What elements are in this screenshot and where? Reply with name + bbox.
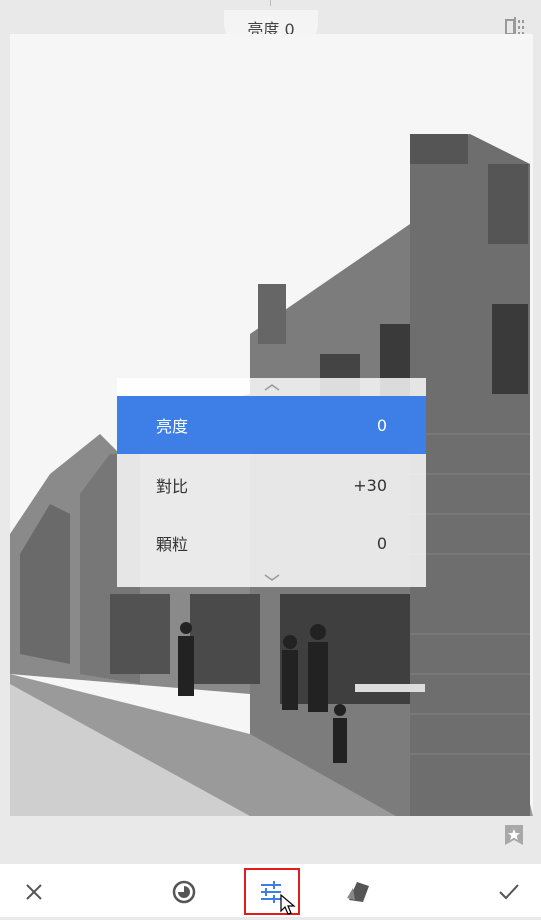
export-icon[interactable] bbox=[338, 872, 378, 912]
menu-item-grain[interactable]: 顆粒 0 bbox=[117, 514, 426, 572]
menu-item-value: 0 bbox=[376, 533, 387, 553]
chevron-up-icon[interactable] bbox=[117, 378, 426, 396]
bookmark-star-icon[interactable] bbox=[505, 825, 523, 845]
top-divider bbox=[270, 0, 271, 6]
apply-icon[interactable] bbox=[489, 872, 529, 912]
looks-icon[interactable] bbox=[164, 872, 204, 912]
menu-item-label: 亮度 bbox=[156, 417, 189, 436]
menu-item-value: 0 bbox=[376, 415, 387, 435]
cancel-icon[interactable] bbox=[14, 872, 54, 912]
adjustment-menu[interactable]: 亮度 0 對比 +30 顆粒 0 bbox=[117, 378, 426, 587]
menu-item-brightness[interactable]: 亮度 0 bbox=[117, 396, 426, 454]
menu-item-label: 對比 bbox=[156, 477, 189, 496]
mouse-cursor-icon bbox=[280, 893, 296, 916]
menu-item-contrast[interactable]: 對比 +30 bbox=[117, 456, 426, 514]
chevron-down-icon[interactable] bbox=[117, 569, 426, 587]
menu-item-label: 顆粒 bbox=[156, 535, 189, 554]
menu-item-value: +30 bbox=[353, 475, 387, 495]
